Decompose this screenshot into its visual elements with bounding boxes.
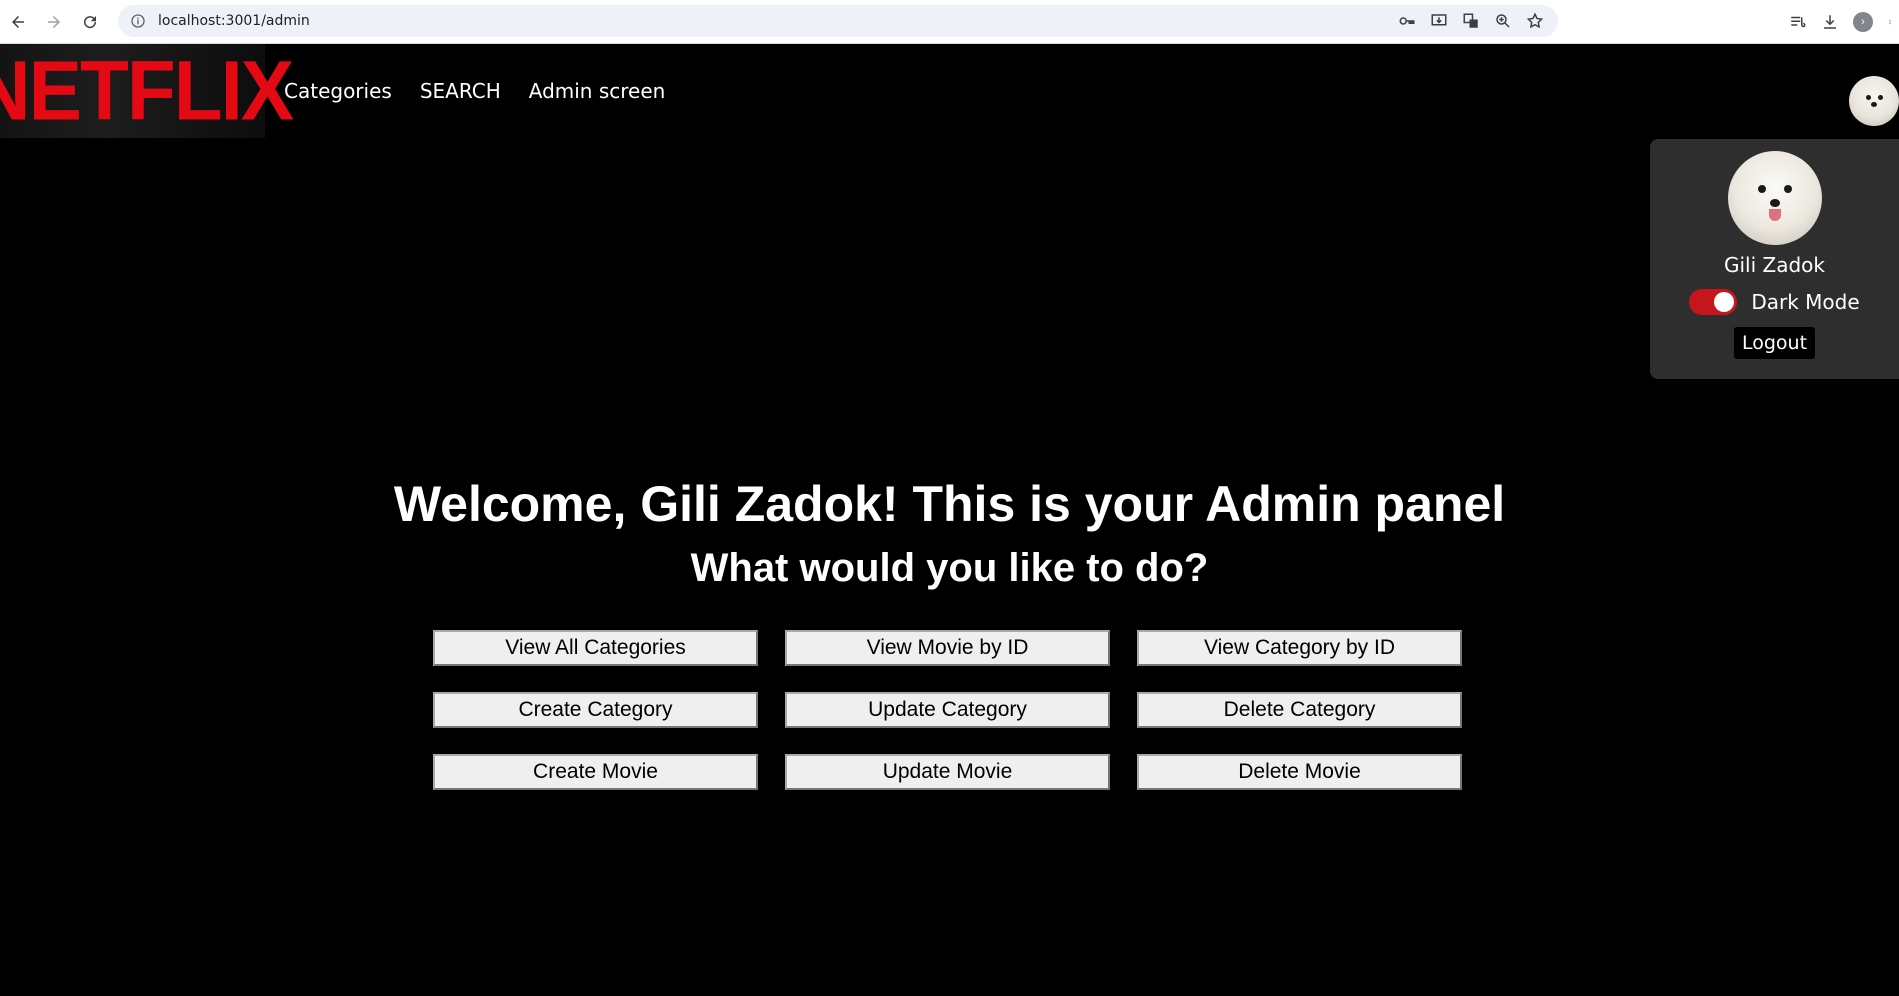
download-icon[interactable] (1821, 13, 1839, 31)
dark-mode-row: Dark Mode (1689, 289, 1860, 315)
nav-link-admin-screen[interactable]: Admin screen (529, 79, 666, 103)
zoom-icon[interactable] (1494, 12, 1512, 30)
avatar-eye (1757, 185, 1766, 193)
create-category-button[interactable]: Create Category (433, 692, 758, 728)
avatar-nose (1871, 102, 1877, 107)
url-text: localhost:3001/admin (158, 13, 310, 29)
update-movie-button[interactable]: Update Movie (785, 754, 1110, 790)
avatar-tongue (1768, 209, 1781, 221)
avatar-nose (1769, 199, 1780, 207)
dark-mode-toggle[interactable] (1689, 289, 1738, 315)
view-category-by-id-button[interactable]: View Category by ID (1137, 630, 1462, 666)
nav-link-search[interactable]: SEARCH (420, 79, 501, 103)
admin-actions: View All Categories View Movie by ID Vie… (433, 630, 1464, 790)
arrow-right-icon (48, 15, 60, 28)
browser-toolbar: localhost:3001/admin › (0, 0, 1899, 44)
more-vert-icon[interactable] (1887, 13, 1893, 31)
profile-avatar (1727, 151, 1822, 245)
view-movie-by-id-button[interactable]: View Movie by ID (785, 630, 1110, 666)
delete-category-button[interactable]: Delete Category (1137, 692, 1462, 728)
reading-list-icon[interactable] (1789, 13, 1807, 31)
profile-dropdown: Gili Zadok Dark Mode Logout (1650, 139, 1899, 379)
reload-button[interactable] (72, 4, 108, 40)
logout-button[interactable]: Logout (1733, 327, 1816, 359)
info-icon[interactable] (130, 13, 146, 29)
logo-text: NETFLIX (0, 43, 294, 138)
avatar-eye (1783, 185, 1792, 193)
dark-mode-label: Dark Mode (1751, 290, 1860, 314)
avatar-eye (1866, 95, 1871, 100)
page-title: Welcome, Gili Zadok! This is your Admin … (393, 476, 1506, 532)
user-avatar[interactable] (1849, 76, 1899, 126)
back-button[interactable] (0, 4, 36, 40)
key-icon[interactable] (1398, 12, 1416, 30)
translate-icon[interactable] (1462, 12, 1480, 30)
netflix-logo[interactable]: NETFLIX (0, 44, 294, 138)
nav-link-categories[interactable]: Categories (284, 79, 392, 103)
reload-icon (84, 15, 97, 28)
create-movie-button[interactable]: Create Movie (433, 754, 758, 790)
star-icon[interactable] (1526, 12, 1544, 30)
app-header: NETFLIX Categories SEARCH Admin screen (0, 44, 1899, 140)
profile-name: Gili Zadok (1724, 253, 1825, 277)
address-bar[interactable]: localhost:3001/admin (118, 5, 1558, 37)
arrow-left-icon (12, 15, 24, 28)
toggle-knob (1714, 292, 1735, 312)
avatar-eye (1878, 95, 1883, 100)
update-category-button[interactable]: Update Category (785, 692, 1110, 728)
top-nav: Categories SEARCH Admin screen (284, 44, 665, 138)
page-subtitle: What would you like to do? (690, 546, 1209, 590)
browser-profile-icon[interactable]: › (1853, 12, 1873, 32)
install-app-icon[interactable] (1430, 12, 1448, 30)
forward-button[interactable] (36, 4, 72, 40)
delete-movie-button[interactable]: Delete Movie (1137, 754, 1462, 790)
view-all-categories-button[interactable]: View All Categories (433, 630, 758, 666)
